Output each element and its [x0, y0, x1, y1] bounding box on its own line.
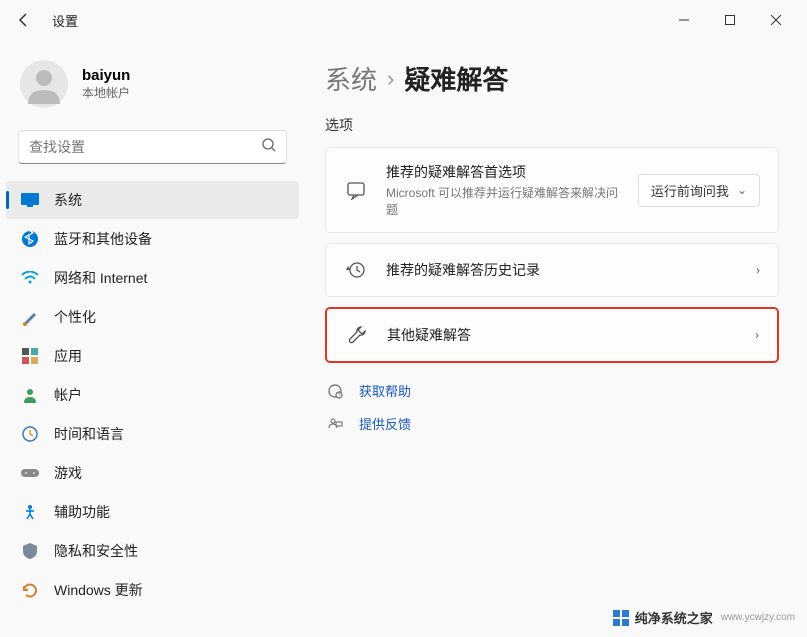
profile-sub: 本地帐户	[82, 84, 130, 101]
sidebar-item-label: 蓝牙和其他设备	[54, 229, 152, 249]
sidebar-item-personalization[interactable]: 个性化	[6, 298, 299, 336]
nav-list: 系统 蓝牙和其他设备 网络和 Internet 个性化 应用	[0, 180, 305, 637]
sidebar-item-label: 系统	[54, 190, 82, 210]
search-icon	[262, 138, 276, 157]
maximize-icon	[725, 15, 735, 25]
settings-window: 设置 baiyun 本地帐户	[0, 0, 807, 637]
main-panel: 系统 › 疑难解答 选项 推荐的疑难解答首选项 Microsoft 可以推荐并运…	[305, 40, 807, 637]
apps-icon	[20, 346, 40, 366]
chevron-down-icon: ⌄	[737, 183, 747, 197]
card-title: 推荐的疑难解答历史记录	[386, 260, 738, 280]
back-button[interactable]	[8, 4, 40, 36]
card-preferences: 推荐的疑难解答首选项 Microsoft 可以推荐并运行疑难解答来解决问题 运行…	[325, 147, 779, 233]
sidebar-item-windows-update[interactable]: Windows 更新	[6, 571, 299, 609]
sidebar-item-system[interactable]: 系统	[6, 181, 299, 219]
maximize-button[interactable]	[707, 4, 753, 36]
sidebar-item-label: 隐私和安全性	[54, 541, 138, 561]
link-label: 提供反馈	[359, 414, 411, 433]
avatar	[20, 60, 68, 108]
brush-icon	[20, 307, 40, 327]
bluetooth-icon	[20, 229, 40, 249]
link-label: 获取帮助	[359, 381, 411, 400]
card-title: 其他疑难解答	[387, 325, 737, 345]
sidebar-item-privacy[interactable]: 隐私和安全性	[6, 532, 299, 570]
card-history[interactable]: 推荐的疑难解答历史记录 ›	[325, 243, 779, 297]
sidebar: baiyun 本地帐户 系统 蓝牙和其他设备	[0, 40, 305, 637]
card-other-troubleshoot[interactable]: 其他疑难解答 ›	[325, 307, 779, 363]
sidebar-item-label: 辅助功能	[54, 502, 110, 522]
chevron-right-icon: ›	[387, 66, 394, 92]
sidebar-item-gaming[interactable]: 游戏	[6, 454, 299, 492]
feedback-link[interactable]: 提供反馈	[325, 414, 779, 433]
dropdown-label: 运行前询问我	[651, 181, 729, 200]
minimize-icon	[679, 15, 689, 25]
card-body: 推荐的疑难解答首选项 Microsoft 可以推荐并运行疑难解答来解决问题	[386, 162, 620, 218]
wrench-icon	[345, 323, 369, 347]
card-body: 推荐的疑难解答历史记录	[386, 260, 738, 280]
arrow-left-icon	[16, 12, 32, 28]
profile-section[interactable]: baiyun 本地帐户	[0, 52, 305, 126]
sidebar-item-accounts[interactable]: 帐户	[6, 376, 299, 414]
card-body: 其他疑难解答	[387, 325, 737, 345]
watermark-url: www.ycwjzy.com	[721, 612, 795, 623]
search-input[interactable]	[29, 139, 262, 155]
breadcrumb-root[interactable]: 系统	[325, 60, 377, 97]
minimize-button[interactable]	[661, 4, 707, 36]
titlebar: 设置	[0, 0, 807, 40]
sidebar-item-label: 游戏	[54, 463, 82, 483]
svg-text:?: ?	[338, 393, 341, 399]
sidebar-item-label: Windows 更新	[54, 580, 143, 600]
page-title: 疑难解答	[404, 60, 508, 97]
sidebar-item-label: 时间和语言	[54, 424, 124, 444]
search-box[interactable]	[18, 130, 287, 164]
profile-text: baiyun 本地帐户	[82, 67, 130, 101]
watermark-text: 纯净系统之家	[635, 608, 713, 627]
links-section: ? 获取帮助 提供反馈	[325, 381, 779, 433]
sidebar-item-label: 帐户	[54, 385, 82, 405]
chat-icon	[344, 178, 368, 202]
sidebar-item-label: 个性化	[54, 307, 96, 327]
globe-clock-icon	[20, 424, 40, 444]
history-icon	[344, 258, 368, 282]
sidebar-item-network[interactable]: 网络和 Internet	[6, 259, 299, 297]
card-subtitle: Microsoft 可以推荐并运行疑难解答来解决问题	[386, 184, 620, 218]
sidebar-item-apps[interactable]: 应用	[6, 337, 299, 375]
window-title: 设置	[52, 11, 78, 30]
chevron-right-icon: ›	[756, 263, 760, 277]
windows-logo-icon	[613, 610, 629, 626]
sidebar-item-bluetooth[interactable]: 蓝牙和其他设备	[6, 220, 299, 258]
sidebar-item-time-language[interactable]: 时间和语言	[6, 415, 299, 453]
preferences-dropdown[interactable]: 运行前询问我 ⌄	[638, 174, 760, 207]
window-controls	[661, 4, 799, 36]
section-label: 选项	[325, 115, 779, 135]
person-icon	[24, 64, 64, 104]
sidebar-item-accessibility[interactable]: 辅助功能	[6, 493, 299, 531]
watermark: 纯净系统之家 www.ycwjzy.com	[613, 608, 795, 627]
update-icon	[20, 580, 40, 600]
breadcrumb: 系统 › 疑难解答	[325, 60, 779, 97]
close-button[interactable]	[753, 4, 799, 36]
card-title: 推荐的疑难解答首选项	[386, 162, 620, 182]
close-icon	[771, 15, 781, 25]
get-help-link[interactable]: ? 获取帮助	[325, 381, 779, 400]
sidebar-item-label: 应用	[54, 346, 82, 366]
shield-icon	[20, 541, 40, 561]
chevron-right-icon: ›	[755, 328, 759, 342]
sidebar-item-label: 网络和 Internet	[54, 268, 147, 288]
content-area: baiyun 本地帐户 系统 蓝牙和其他设备	[0, 40, 807, 637]
wifi-icon	[20, 268, 40, 288]
profile-name: baiyun	[82, 67, 130, 84]
accessibility-icon	[20, 502, 40, 522]
display-icon	[20, 190, 40, 210]
feedback-icon	[325, 416, 345, 432]
help-icon: ?	[325, 383, 345, 399]
person-icon	[20, 385, 40, 405]
gamepad-icon	[20, 463, 40, 483]
